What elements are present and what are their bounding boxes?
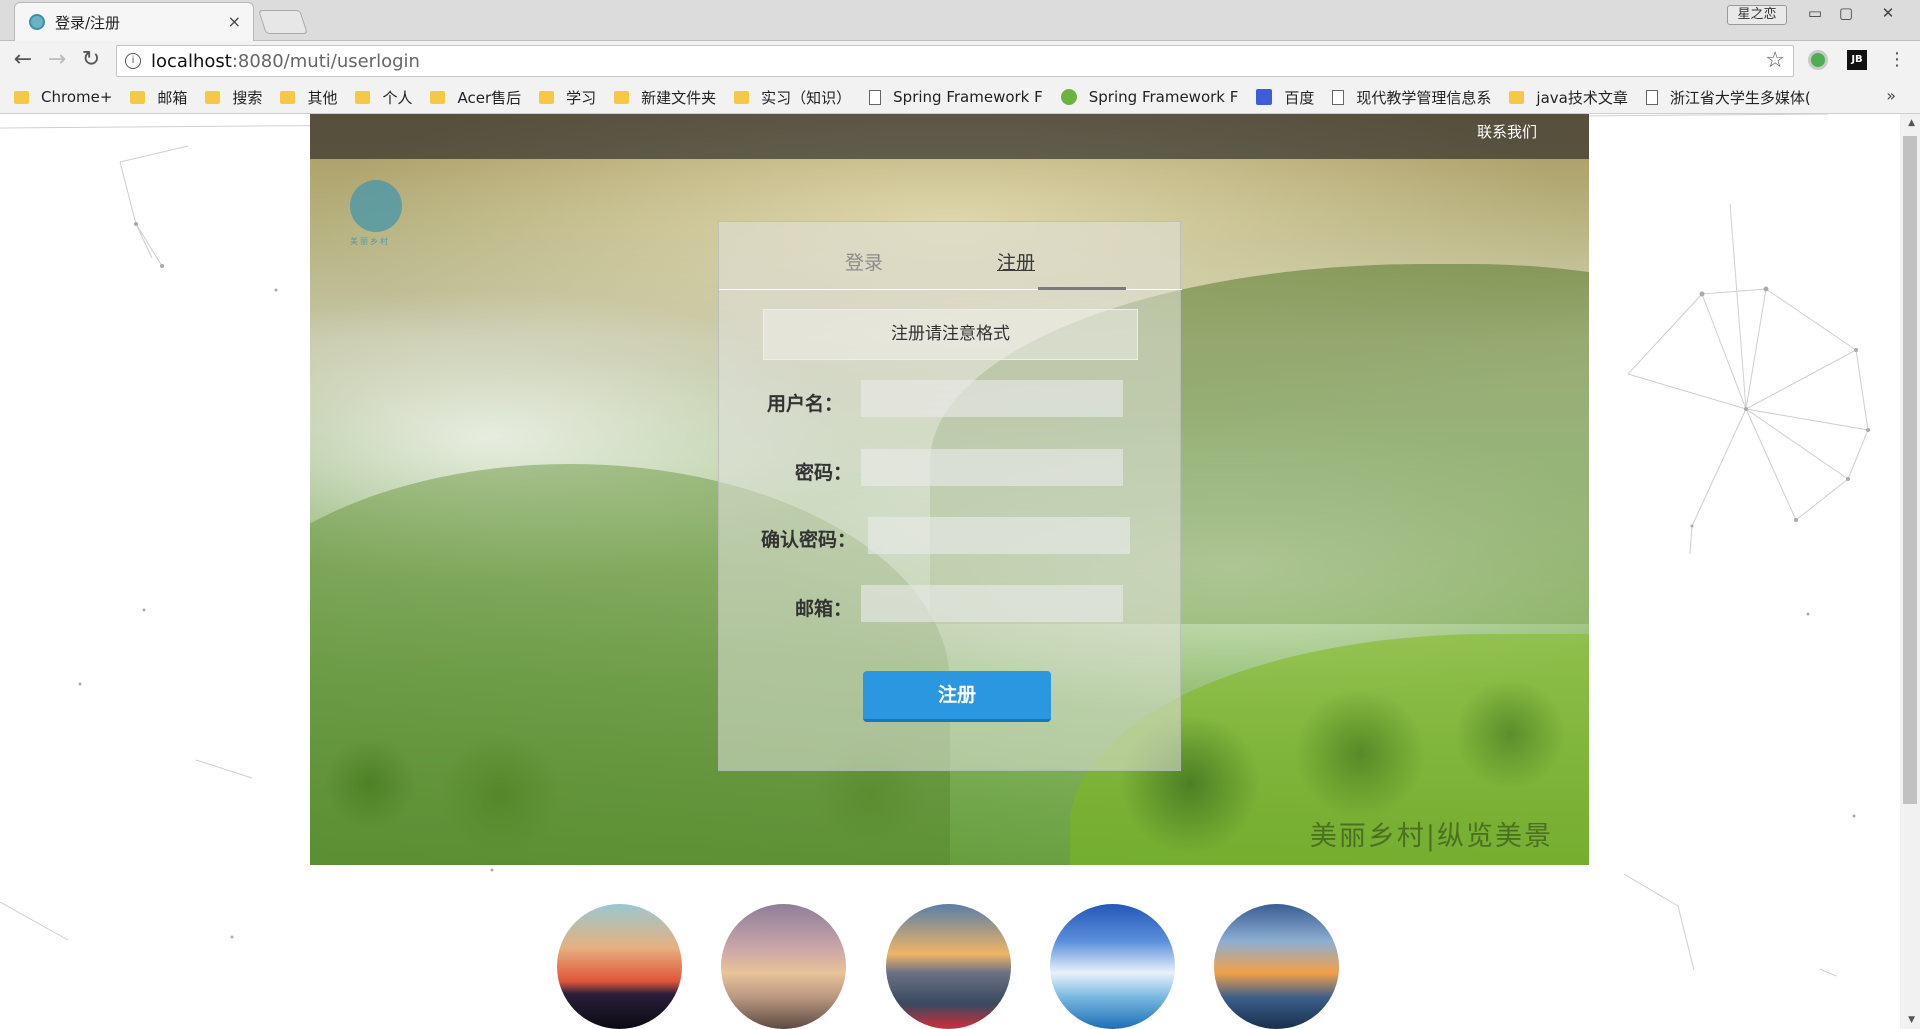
bookmark-item[interactable]: java技术文章 [1509, 87, 1628, 108]
register-submit-button[interactable]: 注册 [863, 671, 1051, 722]
folder-icon [614, 90, 630, 104]
back-button[interactable]: ← [10, 47, 36, 73]
forward-button[interactable]: → [44, 47, 70, 73]
address-bar[interactable]: i localhost :8080/muti/userlogin ☆ [116, 45, 1794, 77]
folder-icon [539, 90, 555, 104]
url-host: localhost [151, 50, 232, 72]
folder-icon [355, 90, 371, 104]
close-window-button[interactable]: ✕ [1868, 2, 1908, 24]
bookmark-item[interactable]: 实习（知识） [734, 87, 851, 108]
tab-title: 登录/注册 [55, 13, 121, 32]
browser-tab[interactable]: 登录/注册 × [14, 2, 254, 41]
hero-banner: 联系我们 美丽乡村 美丽乡村|纵览美景 登录 注册 注册请注意格式 用户名： 密… [310, 114, 1589, 865]
blue-sky-thumbnail[interactable] [1050, 904, 1175, 1029]
bookmark-item[interactable]: 其他 [280, 87, 337, 108]
page-icon [869, 89, 882, 105]
page-icon [1332, 89, 1345, 105]
lake-flowers-thumbnail[interactable] [886, 904, 1011, 1029]
folder-icon [205, 90, 221, 104]
email-label: 邮箱： [795, 598, 853, 620]
register-panel: 登录 注册 注册请注意格式 用户名： 密码： 确认密码： 邮箱： 注册 [718, 221, 1182, 771]
bookmark-item[interactable]: Chrome+ [14, 88, 112, 106]
baidu-paw-icon [1256, 89, 1273, 105]
spring-leaf-icon [1060, 89, 1077, 105]
password-label: 密码： [795, 462, 853, 484]
active-tab-indicator [1038, 287, 1126, 290]
browser-toolbar: ← → ↻ i localhost :8080/muti/userlogin ☆… [0, 41, 1920, 81]
bookmarks-bar: Chrome+ 邮箱 搜索 其他 个人 Acer售后 学习 新建文件夹 实习（知… [0, 81, 1920, 114]
folder-icon [280, 90, 296, 104]
tab-close-icon[interactable]: × [228, 12, 241, 31]
confirm-password-input[interactable] [868, 517, 1130, 554]
scroll-up-arrow-icon[interactable]: ▲ [1908, 118, 1915, 128]
folder-icon [1509, 90, 1525, 104]
site-favicon-icon [29, 14, 45, 30]
top-nav-bar: 联系我们 [310, 114, 1589, 159]
scrollbar-thumb[interactable] [1903, 136, 1917, 804]
pier-sunset-thumbnail[interactable] [721, 904, 846, 1029]
site-info-icon[interactable]: i [125, 53, 141, 69]
site-logo[interactable]: 美丽乡村 [350, 180, 406, 248]
folder-icon [130, 90, 146, 104]
form-tabs: 登录 注册 [719, 222, 1182, 290]
bookmark-item[interactable]: 浙江省大学生多媒体( [1645, 87, 1811, 108]
bookmark-item[interactable]: 个人 [355, 87, 412, 108]
folder-icon [430, 90, 446, 104]
reload-button[interactable]: ↻ [78, 47, 104, 73]
tab-register[interactable]: 注册 [997, 248, 1035, 275]
page-viewport: 联系我们 美丽乡村 美丽乡村|纵览美景 登录 注册 注册请注意格式 用户名： 密… [0, 114, 1920, 1029]
bookmark-item[interactable]: Spring Framework F [869, 88, 1043, 106]
bookmark-item[interactable]: 现代教学管理信息系 [1332, 87, 1491, 108]
bookmark-star-icon[interactable]: ☆ [1765, 48, 1785, 73]
logo-text: 美丽乡村 [350, 237, 390, 246]
restore-button[interactable]: ▢ [1826, 2, 1866, 24]
jetbrains-extension-icon[interactable]: JB [1847, 50, 1867, 70]
bookmark-item[interactable]: 新建文件夹 [614, 87, 716, 108]
contact-us-link[interactable]: 联系我们 [1477, 121, 1537, 142]
bookmarks-overflow-icon[interactable]: » [1886, 86, 1896, 105]
tab-login[interactable]: 登录 [845, 248, 883, 275]
page-scrollbar[interactable]: ▲ ▼ [1900, 114, 1920, 1029]
profile-button[interactable]: 星之恋 [1727, 5, 1787, 25]
sunset-thumbnail[interactable] [557, 904, 682, 1029]
folder-icon [14, 90, 29, 104]
menu-icon[interactable]: ⋮ [1884, 47, 1910, 73]
email-input[interactable] [861, 585, 1123, 622]
extension-green-icon[interactable] [1808, 50, 1828, 70]
username-label: 用户名： [767, 393, 844, 415]
format-notice: 注册请注意格式 [763, 309, 1138, 360]
bookmark-item[interactable]: 邮箱 [130, 87, 187, 108]
hero-slogan: 美丽乡村|纵览美景 [1309, 821, 1553, 852]
bookmark-item[interactable]: 百度 [1256, 87, 1314, 108]
logo-tree-icon [350, 180, 402, 232]
boat-sunset-thumbnail[interactable] [1214, 904, 1339, 1029]
folder-icon [734, 90, 750, 104]
new-tab-button[interactable] [258, 10, 308, 34]
password-input[interactable] [861, 449, 1123, 486]
bookmark-item[interactable]: 学习 [539, 87, 596, 108]
page-icon [1645, 89, 1658, 105]
url-path: :8080/muti/userlogin [231, 50, 420, 72]
bookmark-item[interactable]: Acer售后 [430, 87, 521, 108]
confirm-password-label: 确认密码： [761, 529, 857, 551]
bookmark-item[interactable]: 搜索 [205, 87, 262, 108]
username-input[interactable] [861, 380, 1123, 417]
scroll-down-arrow-icon[interactable]: ▼ [1908, 1015, 1915, 1025]
browser-tabstrip: 登录/注册 × 星之恋 ▭ ▢ ✕ [0, 0, 1920, 41]
bookmark-item[interactable]: Spring Framework F [1060, 88, 1238, 106]
